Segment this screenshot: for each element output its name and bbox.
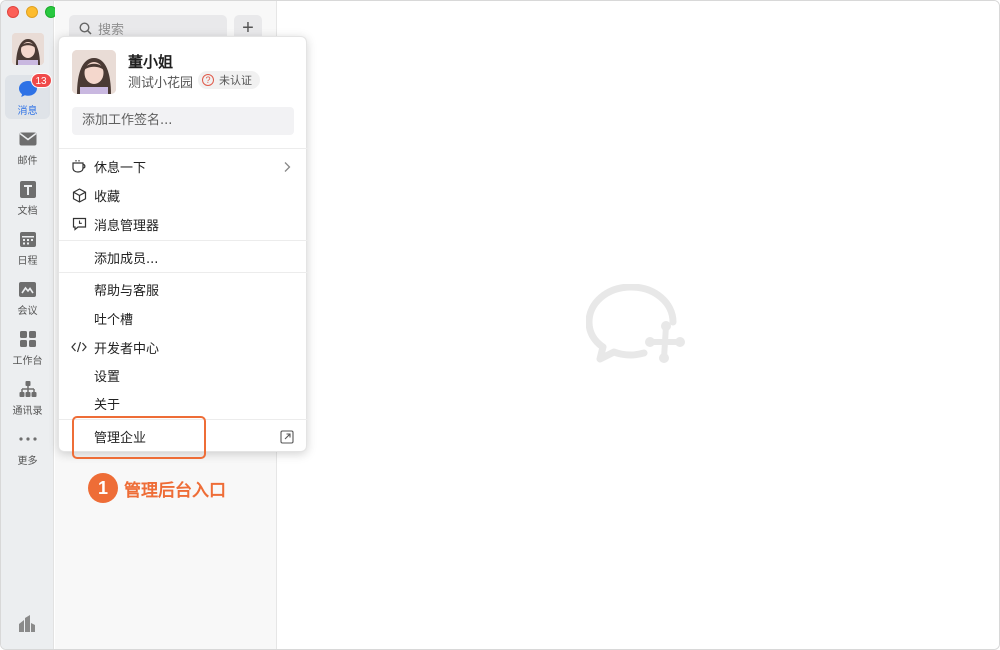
menu-item-label: 帮助与客服 (94, 283, 160, 299)
nav-item-meetings[interactable]: 会议 (5, 275, 50, 319)
nav-item-messages[interactable]: 13 消息 (5, 73, 52, 119)
nav-item-mail[interactable]: 邮件 (5, 125, 50, 169)
menu-item-label: 消息管理器 (94, 218, 160, 234)
profile-avatar[interactable] (72, 50, 116, 94)
menu-item-label: 关于 (94, 397, 121, 413)
nav-item-label: 文档 (17, 206, 38, 217)
message-clock-icon (71, 216, 87, 232)
menu-item-label: 添加成员... (94, 251, 159, 267)
menu-item-favorites[interactable]: 收藏 (59, 181, 308, 209)
workbench-icon (18, 329, 38, 349)
certification-status: 未认证 (219, 74, 252, 87)
contacts-icon (18, 379, 38, 399)
meeting-icon (18, 279, 38, 299)
profile-menu-popup: 董小姐 测试小花园 ? 未认证 添加工作签名... 休息一下 收藏 消息管理器 … (58, 36, 308, 452)
menu-item-message-manager[interactable]: 消息管理器 (59, 210, 308, 238)
nav-item-calendar[interactable]: 日程 (5, 225, 50, 269)
nav-item-label: 消息 (17, 106, 38, 117)
user-avatar[interactable] (12, 33, 44, 65)
question-icon: ? (202, 74, 214, 86)
minimize-window-button[interactable] (26, 6, 38, 18)
nav-item-contacts[interactable]: 通讯录 (5, 375, 50, 419)
profile-name: 董小姐 (128, 53, 174, 71)
menu-item-help[interactable]: 帮助与客服 (59, 275, 308, 303)
search-icon (79, 21, 92, 35)
window-controls (7, 6, 57, 18)
close-window-button[interactable] (7, 6, 19, 18)
unread-badge: 13 (30, 73, 52, 88)
nav-item-label: 更多 (17, 456, 38, 467)
chat-bubble-icon: 13 (18, 73, 52, 99)
external-link-icon (280, 429, 294, 444)
annotation-callout: 1 管理后台入口 (88, 473, 226, 503)
nav-item-docs[interactable]: 文档 (5, 175, 50, 219)
menu-item-add-member[interactable]: 添加成员... (59, 243, 308, 271)
app-window: 13 消息 邮件 文档 日程 会议 工作台 通讯录 更多 搜索 + 董小姐 测试… (0, 0, 1000, 650)
mail-icon (18, 129, 38, 149)
divider (59, 148, 308, 149)
menu-item-feedback[interactable]: 吐个槽 (59, 304, 308, 332)
menu-item-label: 管理企业 (94, 430, 147, 446)
menu-item-label: 休息一下 (94, 160, 147, 176)
nav-item-more[interactable]: 更多 (5, 425, 50, 469)
divider (59, 419, 308, 420)
certification-badge[interactable]: ? 未认证 (198, 71, 260, 89)
menu-item-label: 吐个槽 (94, 312, 134, 328)
menu-item-label: 收藏 (94, 189, 121, 205)
code-icon (71, 339, 87, 355)
coffee-cup-icon (71, 158, 87, 174)
main-content-area (278, 1, 999, 649)
work-signature-input[interactable]: 添加工作签名... (72, 107, 294, 135)
menu-item-developer[interactable]: 开发者中心 (59, 333, 308, 361)
box-icon (71, 187, 87, 203)
nav-item-label: 工作台 (12, 356, 43, 367)
menu-item-label: 开发者中心 (94, 341, 160, 357)
menu-item-label: 设置 (94, 369, 121, 385)
divider (59, 240, 308, 241)
menu-item-settings[interactable]: 设置 (59, 361, 308, 389)
nav-item-label: 日程 (17, 256, 38, 267)
menu-item-rest[interactable]: 休息一下 (59, 152, 308, 180)
chevron-right-icon (280, 159, 294, 173)
document-icon (18, 179, 38, 199)
callout-text: 管理后台入口 (124, 480, 226, 501)
search-placeholder: 搜索 (98, 22, 125, 38)
menu-item-manage-enterprise[interactable]: 管理企业 (59, 422, 308, 450)
nav-item-workbench[interactable]: 工作台 (5, 325, 50, 369)
nav-item-label: 会议 (17, 306, 38, 317)
workspace-switch-icon[interactable] (17, 614, 37, 634)
profile-org: 测试小花园 (128, 76, 194, 91)
divider (59, 272, 308, 273)
callout-number: 1 (88, 473, 118, 503)
more-icon (18, 429, 38, 449)
menu-item-about[interactable]: 关于 (59, 389, 308, 417)
nav-item-label: 邮件 (17, 156, 38, 167)
nav-item-label: 通讯录 (12, 406, 43, 417)
calendar-icon (18, 229, 38, 249)
nav-rail: 13 消息 邮件 文档 日程 会议 工作台 通讯录 更多 (1, 1, 57, 649)
wecom-logo-icon (585, 283, 691, 374)
